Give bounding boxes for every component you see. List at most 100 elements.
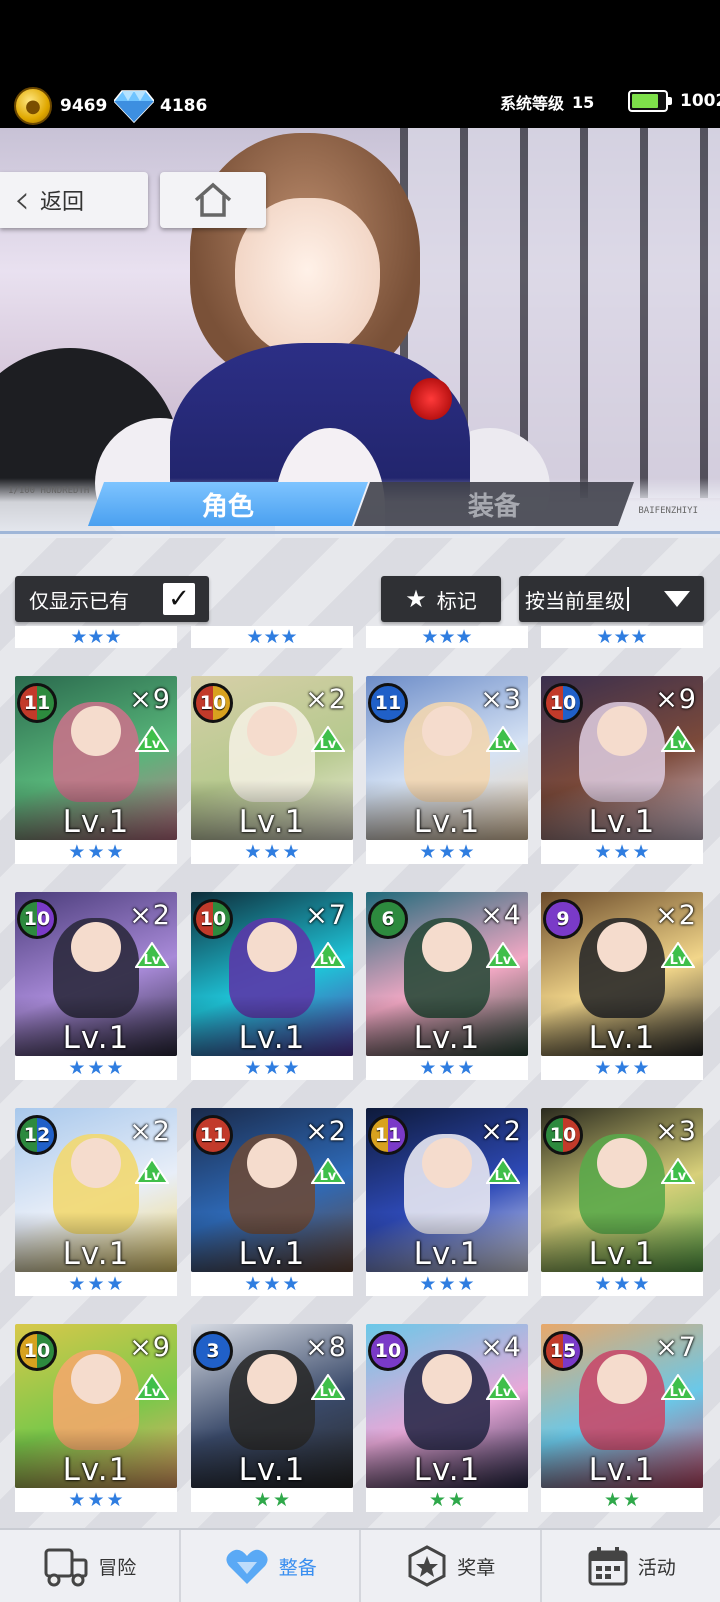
chevron-down-icon — [664, 591, 690, 607]
star-icon: ★ — [273, 1488, 291, 1511]
character-list-panel[interactable]: 仅显示已有 ✓ ★ 标记 按当前星级 ★ ★ ★ ★ ★ ★ ★ ★ ★ ★ ★ ★ 11 ×9 Lv Lv… — [0, 538, 720, 1528]
tab-equipment[interactable]: 装备 — [353, 482, 635, 526]
energy-counter[interactable]: 1002 — [628, 90, 720, 112]
star-rating: ★ ★ ★ — [15, 1488, 177, 1512]
character-card[interactable]: 15 ×7 Lv Lv.1 ★ ★ — [541, 1324, 703, 1514]
character-level: Lv.1 — [238, 1236, 306, 1272]
gold-counter[interactable]: ● 9469 — [14, 87, 108, 125]
character-card[interactable]: 11 ×9 Lv Lv.1 ★ ★ ★ — [15, 676, 177, 866]
character-card[interactable]: 11 ×2 Lv Lv.1 ★ ★ ★ — [191, 1108, 353, 1298]
category-tabs: 1/100 HUNDREDTH BAIFENZHIYI 角色 装备 — [0, 478, 720, 538]
star-icon: ★ — [106, 1056, 124, 1079]
character-level: Lv.1 — [588, 804, 656, 840]
character-level: Lv.1 — [238, 1020, 306, 1056]
character-card[interactable]: 10 ×4 Lv Lv.1 ★ ★ — [366, 1324, 528, 1514]
character-card[interactable]: 10 ×3 Lv Lv.1 ★ ★ ★ — [541, 1108, 703, 1298]
star-icon: ★ — [421, 626, 439, 648]
level-up-icon[interactable]: Lv — [135, 1374, 169, 1400]
character-card[interactable]: 11 ×2 Lv Lv.1 ★ ★ ★ — [366, 1108, 528, 1298]
level-up-icon[interactable]: Lv — [311, 1158, 345, 1184]
energy-amount: 1002 — [680, 91, 720, 111]
rarity-level-badge: 11 — [368, 683, 408, 723]
card-stars-partial: ★ ★ ★ — [15, 626, 177, 648]
deco-text-right: BAIFENZHIYI — [638, 506, 698, 516]
level-up-icon[interactable]: Lv — [661, 726, 695, 752]
svg-text:Lv: Lv — [495, 737, 512, 752]
star-icon: ★ — [263, 840, 281, 863]
level-up-icon[interactable]: Lv — [311, 942, 345, 968]
character-card[interactable]: 10 ×7 Lv Lv.1 ★ ★ ★ — [191, 892, 353, 1082]
character-card[interactable]: 3 ×8 Lv Lv.1 ★ ★ — [191, 1324, 353, 1514]
star-icon: ★ — [263, 1056, 281, 1079]
mark-filter-button[interactable]: ★ 标记 — [381, 576, 501, 622]
rarity-level-badge: 3 — [193, 1331, 233, 1371]
star-rating: ★ ★ ★ — [191, 1272, 353, 1296]
back-button[interactable]: ‹ 返回 — [0, 172, 148, 228]
level-up-icon[interactable]: Lv — [486, 726, 520, 752]
diamond-counter[interactable]: 4186 — [114, 88, 207, 124]
star-icon: ★ — [613, 1272, 631, 1295]
owned-only-checkbox[interactable]: ✓ — [163, 583, 195, 615]
svg-text:Lv: Lv — [320, 1169, 337, 1184]
level-up-icon[interactable]: Lv — [661, 1374, 695, 1400]
shard-count: ×2 — [129, 900, 171, 931]
star-rating: ★ ★ ★ — [541, 1056, 703, 1080]
svg-text:Lv: Lv — [144, 953, 161, 968]
character-card[interactable]: 10 ×9 Lv Lv.1 ★ ★ ★ — [15, 1324, 177, 1514]
level-up-icon[interactable]: Lv — [486, 1374, 520, 1400]
level-up-icon[interactable]: Lv — [135, 726, 169, 752]
svg-text:Lv: Lv — [495, 953, 512, 968]
star-icon: ★ — [594, 1056, 612, 1079]
character-card[interactable]: 10 ×2 Lv Lv.1 ★ ★ ★ — [191, 676, 353, 866]
sort-label: 按当前星级 — [525, 588, 625, 613]
character-card[interactable]: 10 ×9 Lv Lv.1 ★ ★ ★ — [541, 676, 703, 866]
gold-amount: 9469 — [60, 96, 108, 116]
svg-text:Lv: Lv — [495, 1169, 512, 1184]
nav-adventure[interactable]: 冒险 — [0, 1530, 181, 1602]
character-level: Lv.1 — [588, 1020, 656, 1056]
star-icon: ★ — [87, 1272, 105, 1295]
svg-text:Lv: Lv — [670, 737, 687, 752]
chevron-left-icon: ‹ — [14, 177, 30, 223]
star-icon: ★ — [455, 626, 473, 648]
star-icon: ★ — [623, 1488, 641, 1511]
tab-characters[interactable]: 角色 — [87, 482, 369, 526]
star-icon: ★ — [630, 626, 648, 648]
character-card[interactable]: 10 ×2 Lv Lv.1 ★ ★ ★ — [15, 892, 177, 1082]
character-level: Lv.1 — [62, 1452, 130, 1488]
svg-text:Lv: Lv — [320, 953, 337, 968]
level-up-icon[interactable]: Lv — [135, 1158, 169, 1184]
level-up-icon[interactable]: Lv — [486, 942, 520, 968]
level-up-icon[interactable]: Lv — [661, 1158, 695, 1184]
home-button[interactable] — [160, 172, 266, 228]
star-icon: ★ — [405, 585, 427, 613]
star-icon: ★ — [253, 1488, 271, 1511]
level-up-icon[interactable]: Lv — [135, 942, 169, 968]
rarity-level-badge: 6 — [368, 899, 408, 939]
level-up-icon[interactable]: Lv — [311, 1374, 345, 1400]
rarity-level-badge: 11 — [17, 683, 57, 723]
character-card[interactable]: 11 ×3 Lv Lv.1 ★ ★ ★ — [366, 676, 528, 866]
rarity-level-badge: 10 — [543, 683, 583, 723]
nav-prepare[interactable]: 整备 — [181, 1530, 361, 1602]
nav-events[interactable]: 活动 — [542, 1530, 720, 1602]
rarity-level-badge: 10 — [17, 899, 57, 939]
character-card[interactable]: 9 ×2 Lv Lv.1 ★ ★ ★ — [541, 892, 703, 1082]
level-up-icon[interactable]: Lv — [311, 726, 345, 752]
character-card[interactable]: 12 ×2 Lv Lv.1 ★ ★ ★ — [15, 1108, 177, 1298]
character-card[interactable]: 6 ×4 Lv Lv.1 ★ ★ ★ — [366, 892, 528, 1082]
star-icon: ★ — [438, 840, 456, 863]
star-rating: ★ ★ ★ — [541, 840, 703, 864]
coin-icon: ● — [14, 87, 52, 125]
star-icon: ★ — [632, 1272, 650, 1295]
owned-only-filter[interactable]: 仅显示已有 ✓ — [15, 576, 209, 622]
star-rating: ★ ★ ★ — [191, 1056, 353, 1080]
nav-medals[interactable]: 奖章 — [361, 1530, 542, 1602]
star-icon: ★ — [613, 626, 631, 648]
home-icon — [194, 182, 232, 217]
character-level: Lv.1 — [413, 1236, 481, 1272]
level-up-icon[interactable]: Lv — [661, 942, 695, 968]
sort-dropdown[interactable]: 按当前星级 — [519, 576, 704, 622]
level-up-icon[interactable]: Lv — [486, 1158, 520, 1184]
star-icon: ★ — [438, 1056, 456, 1079]
